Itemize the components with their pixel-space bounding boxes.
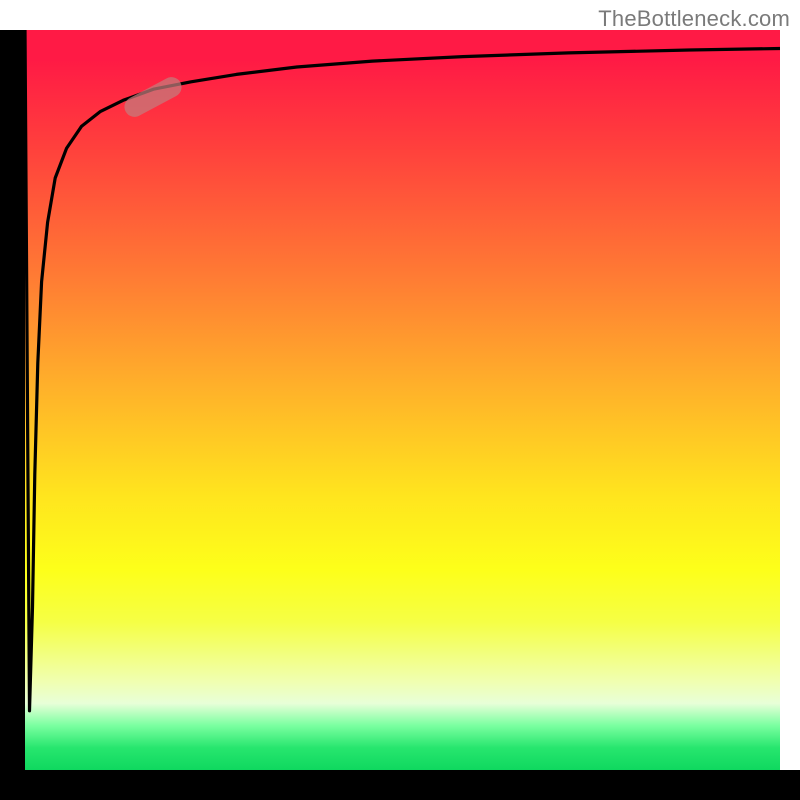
x-axis (0, 770, 800, 800)
right-margin (780, 30, 800, 770)
y-axis (0, 30, 25, 770)
bottleneck-curve (25, 30, 780, 770)
watermark-text: TheBottleneck.com (598, 6, 790, 32)
curve-path (25, 30, 780, 711)
chart-frame: TheBottleneck.com (0, 0, 800, 800)
